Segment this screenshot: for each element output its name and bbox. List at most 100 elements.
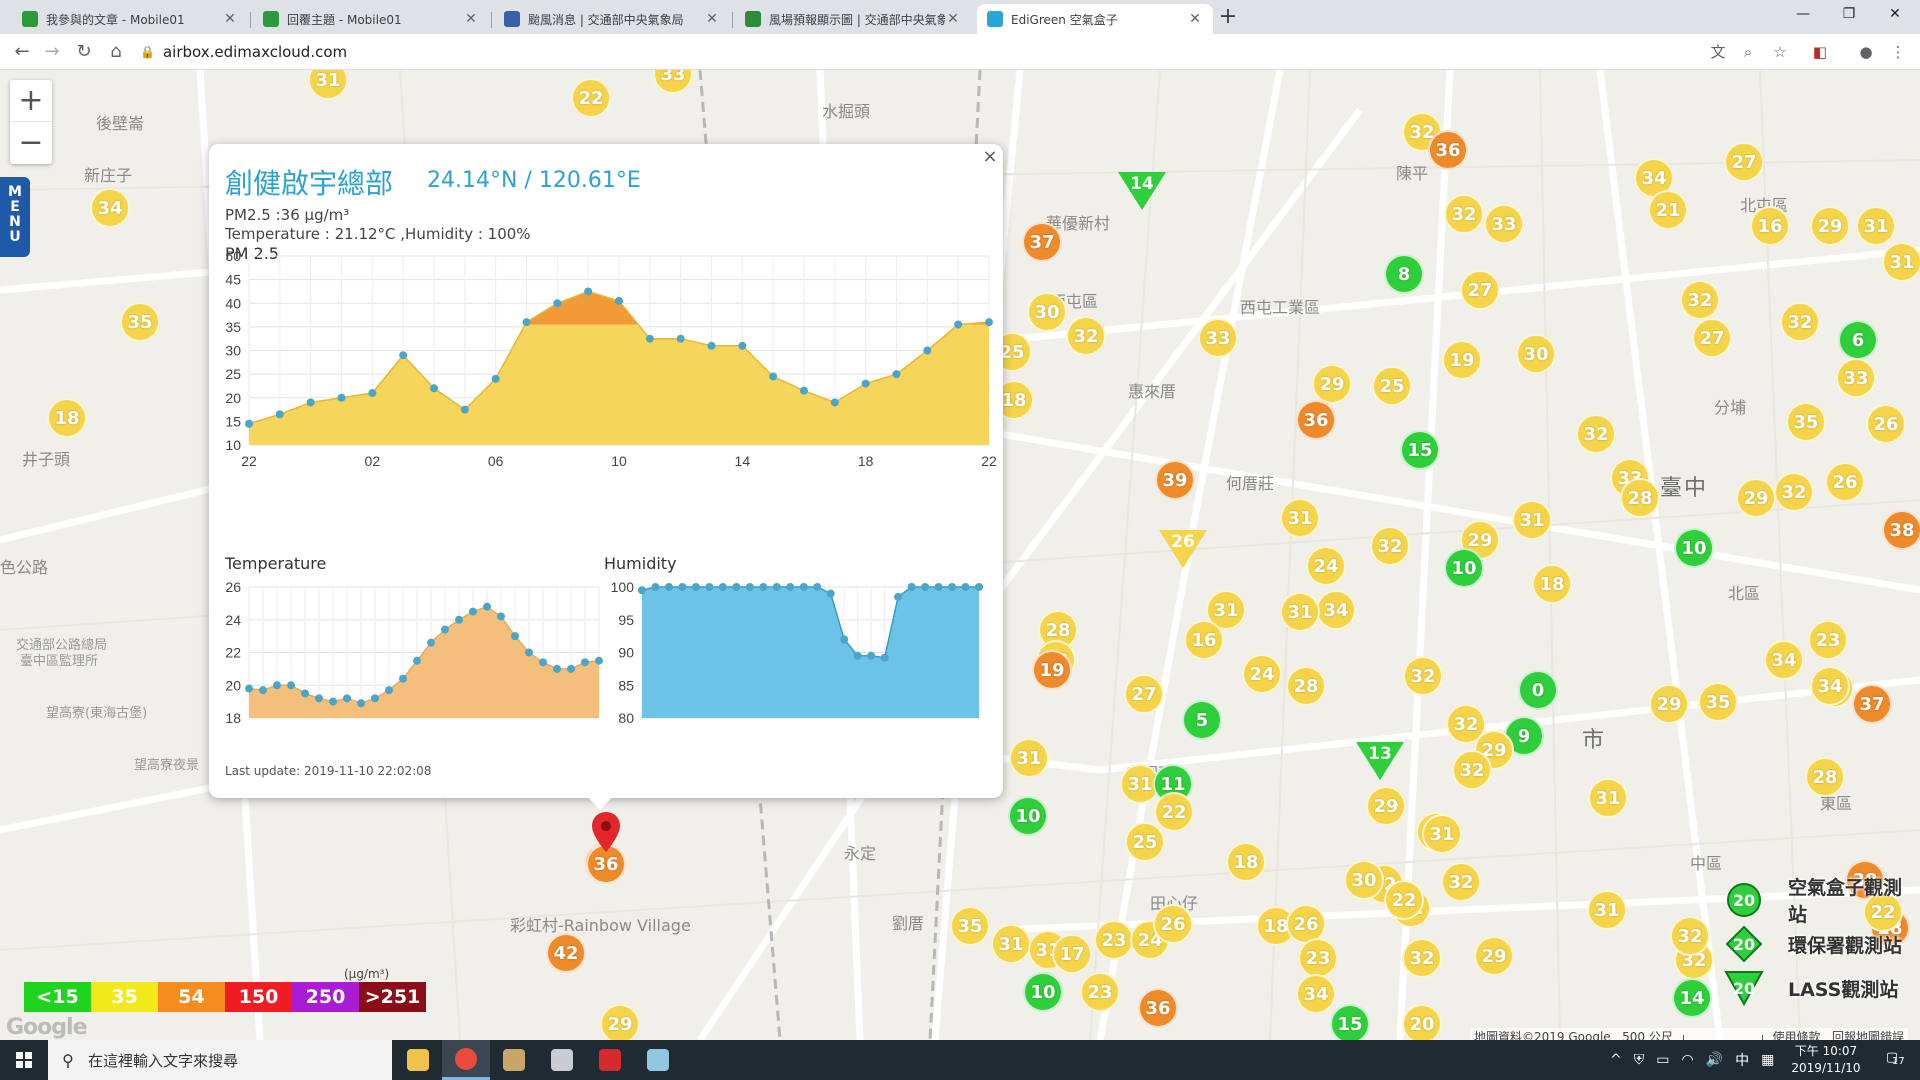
airbox-station-marker[interactable]: 38 <box>1882 510 1920 550</box>
airbox-station-marker[interactable]: 25 <box>1372 366 1412 406</box>
airbox-station-marker[interactable]: 22 <box>571 78 611 118</box>
airbox-station-marker[interactable]: 36 <box>1138 988 1178 1028</box>
translate-icon[interactable]: 文 <box>1708 42 1728 62</box>
airbox-station-marker[interactable]: 28 <box>1805 757 1845 797</box>
airbox-station-marker[interactable]: 32 <box>1441 862 1481 902</box>
lass-station-marker[interactable]: 14 <box>1118 172 1166 210</box>
taskbar-clock[interactable]: 下午 10:07 2019/11/10 <box>1790 1043 1862 1077</box>
zoom-icon[interactable]: ⌕ <box>1738 42 1758 62</box>
airbox-station-marker[interactable]: 32 <box>1680 280 1720 320</box>
airbox-station-marker[interactable]: 33 <box>1484 204 1524 244</box>
airbox-station-marker[interactable]: 31 <box>1280 592 1320 632</box>
terms-link[interactable]: 使用條款 <box>1773 1030 1821 1040</box>
account-icon[interactable]: ● <box>1856 42 1876 62</box>
windows-start-icon[interactable] <box>0 1040 48 1080</box>
browser-tab[interactable]: 我參與的文章 - Mobile01 ✕ <box>12 4 248 34</box>
browser-tab[interactable]: 風場預報顯示圖 | 交通部中央氣象 ✕ <box>735 4 971 34</box>
airbox-station-marker[interactable]: 28 <box>1620 478 1660 518</box>
airbox-station-marker[interactable]: 26 <box>1153 904 1193 944</box>
home-icon[interactable]: ⌂ <box>104 40 128 64</box>
file-explorer-icon[interactable] <box>394 1040 442 1080</box>
airbox-station-marker[interactable]: 27 <box>1692 318 1732 358</box>
tray-keyboard-icon[interactable]: ▦ <box>1761 1052 1774 1068</box>
lass-station-marker[interactable]: 13 <box>1356 742 1404 780</box>
airbox-station-marker[interactable]: 24 <box>1242 654 1282 694</box>
tray-volume-icon[interactable]: 🔊 <box>1706 1052 1723 1068</box>
airbox-station-marker[interactable]: 17 <box>1052 934 1092 974</box>
reload-icon[interactable]: ↻ <box>72 40 96 64</box>
airbox-station-marker[interactable]: 34 <box>1764 640 1804 680</box>
airbox-station-marker[interactable]: 29 <box>1649 684 1689 724</box>
close-window-button[interactable]: ✕ <box>1872 0 1918 28</box>
airbox-station-marker[interactable]: 31 <box>1280 498 1320 538</box>
app-icon[interactable] <box>634 1040 682 1080</box>
airbox-station-marker[interactable]: 29 <box>1810 206 1850 246</box>
report-error-link[interactable]: 回報地圖錯誤 <box>1832 1030 1904 1040</box>
airbox-station-marker[interactable]: 31 <box>1588 778 1628 818</box>
airbox-station-marker[interactable]: 33 <box>1198 318 1238 358</box>
airbox-station-marker[interactable]: 35 <box>1698 682 1738 722</box>
airbox-station-marker[interactable]: 16 <box>1184 620 1224 660</box>
airbox-station-marker[interactable]: 23 <box>1298 938 1338 978</box>
airbox-station-marker[interactable]: 31 <box>1512 500 1552 540</box>
airbox-station-marker[interactable]: 24 <box>1306 546 1346 586</box>
airbox-station-marker[interactable]: 10 <box>1023 972 1063 1012</box>
airbox-station-marker[interactable]: 29 <box>1474 936 1514 976</box>
airbox-station-marker[interactable]: 22 <box>1154 792 1194 832</box>
airbox-station-marker[interactable]: 35 <box>120 302 160 342</box>
extension-icon[interactable]: ◧ <box>1810 42 1830 62</box>
menu-tab[interactable]: MENUMENU <box>0 177 30 257</box>
airbox-station-marker[interactable]: 16 <box>1750 206 1790 246</box>
airbox-station-marker[interactable]: 34 <box>1296 974 1336 1014</box>
tray-chevron-icon[interactable]: ^ <box>1610 1052 1622 1068</box>
airbox-station-marker[interactable]: 34 <box>90 188 130 228</box>
airbox-station-marker[interactable]: 32 <box>1576 414 1616 454</box>
airbox-station-marker[interactable]: 42 <box>546 933 586 973</box>
airbox-station-marker[interactable]: 32 <box>1402 938 1442 978</box>
airbox-station-marker[interactable]: 5 <box>1182 700 1222 740</box>
tab-close-icon[interactable]: ✕ <box>704 11 720 27</box>
taskbar-search[interactable]: ⚲ 在這裡輸入文字來搜尋 <box>48 1040 392 1080</box>
airbox-station-marker[interactable]: 23 <box>1080 972 1120 1012</box>
airbox-station-marker[interactable]: 34 <box>1316 590 1356 630</box>
lass-station-marker[interactable]: 26 <box>1159 530 1207 568</box>
tray-security-icon[interactable]: ⛨ <box>1634 1052 1645 1068</box>
airbox-station-marker[interactable]: 19 <box>1032 650 1072 690</box>
airbox-station-marker[interactable]: 35 <box>950 906 990 946</box>
tray-network-icon[interactable]: ▭ <box>1656 1052 1669 1068</box>
airbox-station-marker[interactable]: 29 <box>1736 478 1776 518</box>
airbox-station-marker[interactable]: 29 <box>600 1004 640 1040</box>
airbox-station-marker[interactable]: 10 <box>1008 796 1048 836</box>
chrome-icon[interactable] <box>442 1040 490 1080</box>
airbox-station-marker[interactable]: 10 <box>1444 548 1484 588</box>
tab-close-icon[interactable]: ✕ <box>463 11 479 27</box>
airbox-station-marker[interactable]: 21 <box>1648 190 1688 230</box>
tab-close-icon[interactable]: ✕ <box>945 11 961 27</box>
airbox-station-marker[interactable]: 27 <box>1124 674 1164 714</box>
tray-wifi-icon[interactable]: ◠ <box>1681 1052 1693 1068</box>
maximize-button[interactable]: ❐ <box>1826 0 1872 28</box>
airbox-station-marker[interactable]: 15 <box>1400 430 1440 470</box>
airbox-station-marker[interactable]: 18 <box>47 398 87 438</box>
browser-tab[interactable]: 颱風消息 | 交通部中央氣象局 ✕ <box>494 4 730 34</box>
airbox-station-marker[interactable]: 27 <box>1460 270 1500 310</box>
airbox-station-marker[interactable]: 32 <box>1452 750 1492 790</box>
forward-icon[interactable]: → <box>40 40 64 64</box>
airbox-station-marker[interactable]: 32 <box>1066 316 1106 356</box>
airbox-station-marker[interactable]: 32 <box>1780 302 1820 342</box>
airbox-station-marker[interactable]: 19 <box>1442 340 1482 380</box>
airbox-station-marker[interactable]: 27 <box>1724 142 1764 182</box>
airbox-station-marker[interactable]: 37 <box>1022 222 1062 262</box>
airbox-station-marker[interactable]: 31 <box>991 924 1031 964</box>
app-icon[interactable] <box>586 1040 634 1080</box>
tab-close-icon[interactable]: ✕ <box>222 11 238 27</box>
airbox-station-marker[interactable]: 31 <box>1009 738 1049 778</box>
airbox-station-marker[interactable]: 8 <box>1384 254 1424 294</box>
airbox-station-marker[interactable]: 36 <box>1428 130 1468 170</box>
airbox-station-marker[interactable]: 26 <box>1825 462 1865 502</box>
airbox-station-marker[interactable]: 39 <box>1155 460 1195 500</box>
airbox-station-marker[interactable]: 29 <box>1366 786 1406 826</box>
airbox-station-marker[interactable]: 32 <box>1370 526 1410 566</box>
tray-ime[interactable]: 中 <box>1735 1050 1749 1070</box>
zoom-out-button[interactable]: − <box>10 122 52 164</box>
